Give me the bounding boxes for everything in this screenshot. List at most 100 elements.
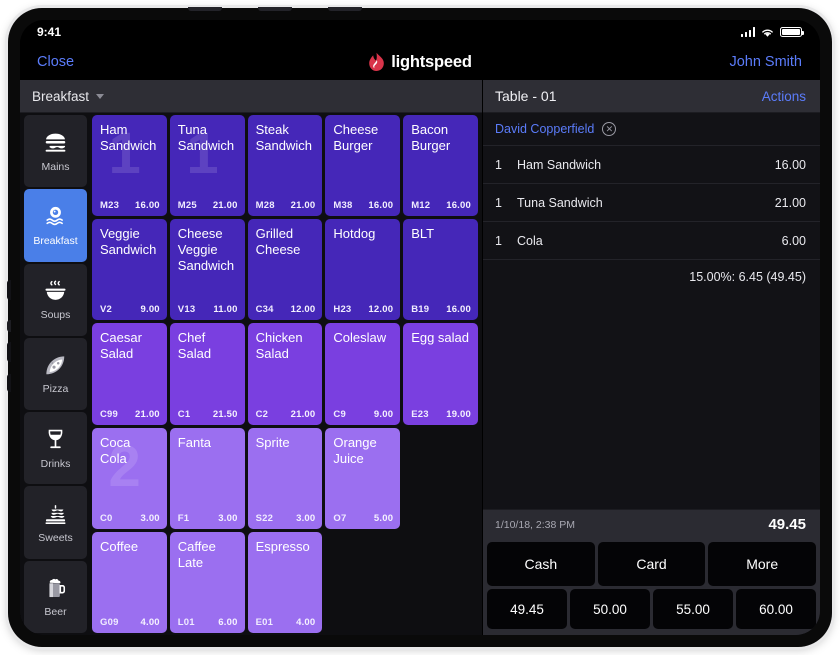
product-price: 3.00 <box>140 512 160 524</box>
product-tile[interactable]: Cheese Burger M38 16.00 <box>325 115 401 217</box>
product-tile[interactable]: Hotdog H23 12.00 <box>325 219 401 321</box>
device-top-button-1 <box>188 7 222 11</box>
sidebar-item-drinks[interactable]: Drinks <box>24 412 87 485</box>
order-line-item[interactable]: 1 Cola 6.00 <box>483 222 820 260</box>
sidebar-item-beer[interactable]: Beer <box>24 560 87 633</box>
menu-pane: Breakfast Mains Breakfast Soups Pizza Dr… <box>20 80 483 635</box>
remove-customer-icon[interactable]: ✕ <box>602 122 617 136</box>
quick-amount-row: 49.45 50.00 55.00 60.00 <box>487 589 816 629</box>
sidebar-item-soups[interactable]: Soups <box>24 263 87 336</box>
payment-method-button[interactable]: More <box>708 542 817 586</box>
product-sku: H23 <box>333 304 352 316</box>
product-tile[interactable]: 2 Coca Cola C0 3.00 <box>92 427 167 529</box>
lightspeed-flame-logo <box>369 52 385 71</box>
product-sku: V2 <box>100 304 113 316</box>
product-tile[interactable]: Chef Salad C1 21.50 <box>169 323 245 425</box>
product-price: 3.00 <box>218 512 238 524</box>
close-button[interactable]: Close <box>37 54 74 70</box>
order-line-name: Tuna Sandwich <box>517 195 603 210</box>
product-tile[interactable]: Egg salad E23 19.00 <box>403 323 478 425</box>
main-content: Breakfast Mains Breakfast Soups Pizza Dr… <box>20 80 820 635</box>
device-side-port-1 <box>7 280 11 300</box>
quick-amount-button[interactable]: 60.00 <box>736 589 816 629</box>
product-tile[interactable]: Caesar Salad C99 21.00 <box>92 323 167 425</box>
wifi-icon <box>762 29 773 37</box>
product-tile-footer: G09 4.00 <box>100 617 160 628</box>
product-tile[interactable]: Sprite S22 3.00 <box>247 427 323 529</box>
order-line-price: 6.00 <box>781 233 806 248</box>
chevron-down-icon <box>96 93 105 99</box>
category-selector[interactable]: Breakfast <box>20 80 482 113</box>
product-price: 21.00 <box>290 408 316 420</box>
product-tile[interactable]: Steak Sandwich M28 21.00 <box>247 115 323 217</box>
order-total-amount: 49.45 <box>768 516 806 533</box>
product-tile[interactable]: Caffee Late L01 6.00 <box>169 531 245 633</box>
product-tile[interactable]: Grilled Cheese C34 12.00 <box>247 219 323 321</box>
sidebar-item-pizza[interactable]: Pizza <box>24 337 87 411</box>
category-selector-label: Breakfast <box>32 88 90 104</box>
product-sku: M28 <box>255 200 275 212</box>
order-line-item[interactable]: 1 Ham Sandwich 16.00 <box>483 146 820 184</box>
brand-name: lightspeed <box>391 52 472 71</box>
product-tile[interactable]: Cheese Veggie Sandwich V13 11.00 <box>169 219 245 321</box>
sidebar-item-breakfast[interactable]: Breakfast <box>24 189 87 262</box>
quick-amount-button[interactable]: 50.00 <box>570 589 650 629</box>
order-timestamp: 1/10/18, 2:38 PM <box>495 518 575 531</box>
product-tile-empty <box>403 428 478 529</box>
sidebar-item-label: Breakfast <box>33 234 78 247</box>
user-name-button[interactable]: John Smith <box>729 54 802 70</box>
product-sku: F1 <box>177 512 190 524</box>
product-sku: B19 <box>411 304 430 316</box>
product-sku: M12 <box>411 200 431 212</box>
product-name: Chicken Salad <box>255 330 303 362</box>
product-name: Hotdog <box>333 226 376 242</box>
beer-mug-icon <box>42 575 70 601</box>
product-tile-empty <box>325 532 400 633</box>
product-name: Coleslaw <box>333 330 387 346</box>
product-tile[interactable]: BLT B19 16.00 <box>403 219 478 321</box>
payment-method-button[interactable]: Card <box>597 542 706 586</box>
product-tile-footer: C9 9.00 <box>333 409 393 420</box>
product-price: 9.00 <box>373 408 394 420</box>
payment-method-button[interactable]: Cash <box>487 542 595 586</box>
product-sku: M38 <box>333 200 353 212</box>
product-tile[interactable]: Coffee G09 4.00 <box>92 531 167 633</box>
product-tile[interactable]: Chicken Salad C2 21.00 <box>247 323 323 425</box>
sidebar-item-label: Beer <box>44 606 67 619</box>
order-line-list: 1 Ham Sandwich 16.00 1 Tuna Sandwich 21.00 1 Co… <box>483 146 820 509</box>
product-price: 9.00 <box>140 304 160 316</box>
product-name: Sprite <box>255 434 290 450</box>
sidebar-item-sweets[interactable]: Sweets <box>24 486 87 559</box>
product-name: Ham Sandwich <box>100 122 157 153</box>
product-name: Veggie Sandwich <box>100 226 157 258</box>
tablet-device-frame: 9:41 Close lightspeed John Smith Breakfa… <box>7 7 832 647</box>
order-line-quantity: 1 <box>495 233 502 248</box>
product-tile-footer: M12 16.00 <box>411 200 471 211</box>
quick-amount-button[interactable]: 49.45 <box>487 589 567 629</box>
customer-name[interactable]: David Copperfield <box>495 122 594 136</box>
product-tile-footer: O7 5.00 <box>333 513 393 524</box>
actions-button[interactable]: Actions <box>762 89 806 104</box>
quick-amount-button[interactable]: 55.00 <box>653 589 733 629</box>
product-tile[interactable]: 1 Ham Sandwich M23 16.00 <box>92 115 167 217</box>
burger-icon <box>42 130 70 156</box>
status-bar-time: 9:41 <box>37 25 62 39</box>
product-tile[interactable]: Coleslaw C9 9.00 <box>325 323 401 425</box>
product-tile-footer: C1 21.50 <box>178 409 238 420</box>
order-line-name: Cola <box>517 233 543 248</box>
product-tile[interactable]: Orange Juice O7 5.00 <box>325 427 401 529</box>
product-tile[interactable]: Veggie Sandwich V2 9.00 <box>92 219 167 321</box>
order-line-quantity: 1 <box>495 195 502 210</box>
fried-egg-icon <box>42 204 70 230</box>
product-price: 21.00 <box>212 200 238 212</box>
product-price: 16.00 <box>368 200 394 212</box>
product-price: 11.00 <box>213 304 238 316</box>
product-sku: C1 <box>177 408 191 420</box>
sidebar-item-mains[interactable]: Mains <box>24 115 87 188</box>
product-sku: C9 <box>333 408 346 420</box>
product-tile[interactable]: Espresso E01 4.00 <box>247 531 323 633</box>
product-tile[interactable]: 1 Tuna Sandwich M25 21.00 <box>169 115 245 217</box>
order-line-item[interactable]: 1 Tuna Sandwich 21.00 <box>483 184 820 222</box>
product-tile[interactable]: Fanta F1 3.00 <box>169 427 245 529</box>
product-tile[interactable]: Bacon Burger M12 16.00 <box>403 115 478 217</box>
